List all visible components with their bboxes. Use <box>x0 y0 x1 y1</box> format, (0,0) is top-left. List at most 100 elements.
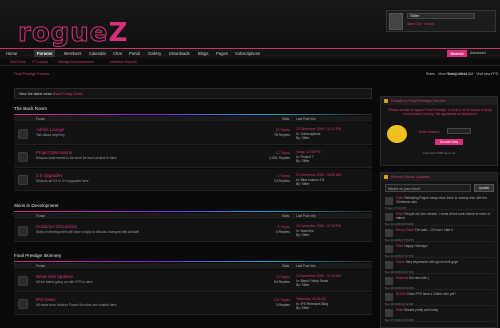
status-update-button[interactable]: Update <box>474 184 494 192</box>
donate-copyright: Copyright 2008 Get it up <box>422 151 456 155</box>
forum-row[interactable]: Project Discussion Discuss what needs to… <box>14 146 372 168</box>
forum-row[interactable]: News and Updates All the latest going on… <box>14 270 372 292</box>
status-date: Dec 10 2009 07:37 PM <box>385 254 414 258</box>
avatar[interactable] <box>385 213 393 221</box>
forum-desc: Talk about anything <box>36 133 65 137</box>
forum-row[interactable]: Customer Discussion Skins in development… <box>14 220 372 242</box>
status-user[interactable]: Decoy Stack <box>396 228 414 232</box>
forum-title[interactable]: Project Discussion <box>36 150 72 155</box>
avatar[interactable] <box>385 229 393 237</box>
news-notice: View the latest news Black Friday Deals <box>14 88 372 99</box>
status-text: Happy Holidays! <box>404 244 428 248</box>
status-date: Dec 10 2009 07:35 PM <box>385 238 414 242</box>
forum-icon <box>18 175 28 185</box>
tab-chat[interactable]: Chat <box>113 51 122 56</box>
status-text: Got new site :) <box>408 276 430 280</box>
avatar[interactable] <box>389 13 403 30</box>
tab-subscriptions[interactable]: Subscriptions <box>235 51 260 56</box>
last-post: 24 November 2008 - 11:10 AM In: Black Fri… <box>296 274 341 287</box>
notice-link[interactable]: Black Friday Deals <box>53 92 83 96</box>
status-text: The wait... Oh how I hate it <box>414 228 453 232</box>
status-input[interactable]: What's on your mind? <box>385 184 471 192</box>
tab-portal[interactable]: Portal <box>129 51 140 56</box>
tab-forums[interactable]: Forums <box>34 50 56 57</box>
status-updates-panel: Recent Status Updates What's on your min… <box>380 172 498 328</box>
col-stats: Stats <box>282 117 290 121</box>
tab-pages[interactable]: Pages <box>216 51 228 56</box>
status-date: Dec 08 2009 09:27 AM <box>385 270 414 274</box>
avatar[interactable] <box>385 245 393 253</box>
tab-downloads[interactable]: Downloads <box>169 51 190 56</box>
forum-stats: 22 Topics 78 Replies <box>273 128 290 137</box>
status-user[interactable]: Vinnie <box>396 260 405 264</box>
breadcrumb[interactable]: Final Prestige Forums <box>14 72 49 76</box>
site-logo[interactable]: rogueZ <box>17 20 128 47</box>
status-item: BLADE Does FPS have a Gothic skin yet? D… <box>385 292 495 306</box>
status-item: Decoy Stack The wait... Oh how I hate it… <box>385 228 495 242</box>
avatar[interactable] <box>385 261 393 269</box>
status-user[interactable]: Sitter <box>396 244 403 248</box>
mod-subnav: Mod Tools FT Lookup Manage Announcement … <box>0 58 500 66</box>
col-last-post: Last Post Info <box>296 117 316 121</box>
forum-title[interactable]: News and Updates <box>36 274 73 279</box>
status-text: People are like chicken. I wrote about b… <box>396 212 490 220</box>
col-stats: Stats <box>282 264 290 268</box>
subnav-manage-announcement[interactable]: Manage Announcement <box>58 60 94 64</box>
forum-title[interactable]: IPS News <box>36 297 55 302</box>
forum-title[interactable]: 2.5 Upgrades <box>36 173 62 178</box>
section-divider <box>14 211 372 212</box>
status-user[interactable]: Sitter <box>396 308 403 312</box>
status-user[interactable]: Seafrost <box>396 276 408 280</box>
subnav-mod-tools[interactable]: Mod Tools <box>10 60 25 64</box>
forum-row[interactable]: 2.5 Upgrades Discuss all 2.5 to 3.0 upgr… <box>14 169 372 191</box>
forum-stats: 107 Topics 3 Replies <box>273 298 290 307</box>
tab-calendar[interactable]: Calendar <box>89 51 106 56</box>
forum-row[interactable]: Admin Lounge Talk about anything 22 Topi… <box>14 123 372 145</box>
forum-stats: 1 Topics 13 Replies <box>273 174 290 183</box>
status-item: Sitter Breaks pretty well today Dec 07 2… <box>385 308 495 322</box>
user-name-field[interactable]: Sitter <box>407 13 475 19</box>
avatar[interactable] <box>385 197 393 205</box>
status-date: Dec 08 2009 03:36 PM <box>385 286 414 290</box>
status-item: Sitter Happy Holidays! Dec 10 2009 07:37… <box>385 244 495 258</box>
forum-icon <box>18 226 28 236</box>
subnav-infraction-reports[interactable]: Infraction Reports <box>110 60 137 64</box>
status-user[interactable]: BLADE <box>396 292 406 296</box>
tab-blogs[interactable]: Blogs <box>198 51 208 56</box>
section-title[interactable]: Final Prestige Skinnery <box>14 253 61 258</box>
section-title[interactable]: The Back Room <box>14 106 47 111</box>
section-title[interactable]: Skins in Development <box>14 203 58 208</box>
notice-text: View the latest news <box>19 92 52 96</box>
forum-desc: Skins in development will have a topic t… <box>36 230 139 234</box>
forum-desc: Discuss what needs to be done for each p… <box>36 156 117 160</box>
forum-title[interactable]: Admin Lounge <box>36 127 64 132</box>
advanced-search-link[interactable]: Advanced <box>470 51 486 55</box>
last-post: 28 December 2008 - 07:16 PM In: Nazrules B… <box>296 224 342 237</box>
section-divider <box>14 114 372 115</box>
tab-home[interactable]: Home <box>6 51 17 56</box>
status-text: Releasing Rogue today since there is nob… <box>396 196 488 204</box>
amount-label: Enter Amount: <box>419 130 440 134</box>
donate-button[interactable]: Donate Now <box>435 139 463 145</box>
main-nav: Home Forums Members Calendar Chat Portal… <box>0 48 500 58</box>
site-header: rogueZ Sitter Start Out · Forum <box>0 0 500 48</box>
amount-input[interactable] <box>447 128 471 134</box>
paypal-icon <box>387 125 407 143</box>
column-headers: Forum Stats Last Post Info <box>14 116 372 122</box>
tab-gallery[interactable]: Gallery <box>148 51 161 56</box>
status-date: Dec 08 2009 11:42 AM <box>385 302 414 306</box>
search-button[interactable]: Search <box>447 50 467 57</box>
avatar[interactable] <box>385 293 393 301</box>
forum-row[interactable]: IPS News All news from Invision Power Se… <box>14 293 372 315</box>
forum-stats: 0 Topics 0 Replies <box>275 225 290 234</box>
sidebar-info: Today, 10:14 AM · Visit new FPS <box>447 72 498 76</box>
avatar[interactable] <box>385 309 393 317</box>
col-forum: Forum <box>36 214 46 218</box>
avatar[interactable] <box>385 277 393 285</box>
subnav-ft-lookup[interactable]: FT Lookup <box>32 60 48 64</box>
column-headers: Forum Stats Last Post Info <box>14 213 372 219</box>
forum-title[interactable]: Customer Discussion <box>36 224 77 229</box>
last-post: Yesterday, 08:55 AM In: IPS Releases Blog… <box>296 297 329 310</box>
user-links[interactable]: Start Out · Forum <box>407 22 434 26</box>
tab-members[interactable]: Members <box>64 51 81 56</box>
